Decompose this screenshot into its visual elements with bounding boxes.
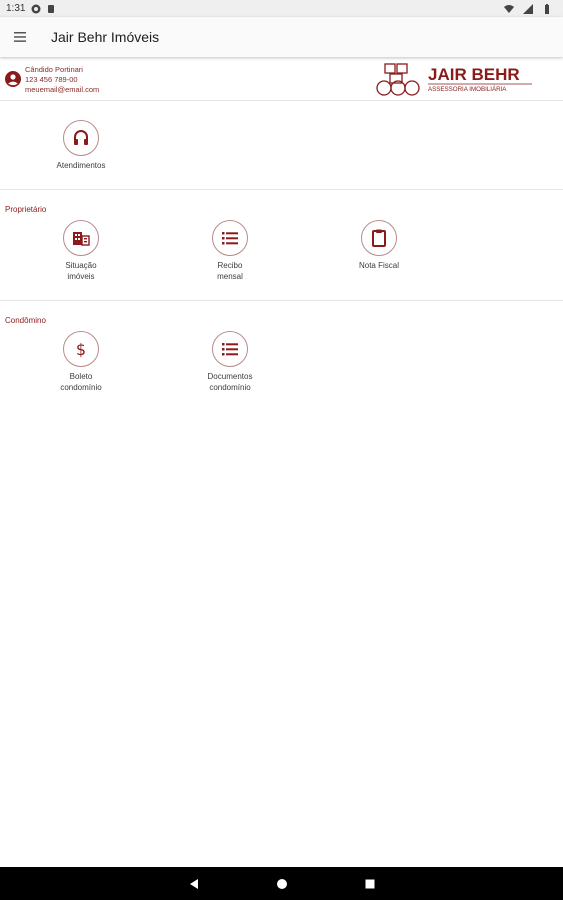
tile-boleto-condominio[interactable]: $ Boleto condomínio — [36, 331, 126, 393]
brand-tagline: ASSESSORIA IMOBILIÁRIA — [428, 86, 507, 93]
brand-logo: JAIR BEHR ASSESSORIA IMOBILIÁRIA — [376, 63, 532, 96]
tile-circle: $ — [63, 331, 99, 367]
tile-label: Boleto condomínio — [60, 372, 102, 392]
tile-atendimentos[interactable]: Atendimentos — [36, 120, 126, 171]
tile-label: Nota Fiscal — [358, 261, 399, 270]
tile-documentos-condominio[interactable]: Documentos condomínio — [185, 331, 275, 393]
wifi-icon — [504, 4, 514, 13]
tile-circle — [63, 120, 99, 156]
recents-button[interactable] — [360, 874, 380, 894]
brand-name: JAIR BEHR — [428, 65, 520, 84]
building-icon — [73, 232, 90, 246]
tile-circle — [361, 220, 397, 256]
app-title: Jair Behr Imóveis — [51, 29, 160, 45]
home-button[interactable] — [272, 874, 292, 894]
section-divider — [0, 189, 563, 190]
svg-text:$: $ — [76, 340, 86, 359]
tile-label: Documentos condomínio — [207, 372, 253, 392]
dollar-icon: $ — [76, 340, 86, 359]
tile-recibo-mensal[interactable]: Recibo mensal — [185, 220, 275, 282]
list-icon — [222, 232, 238, 245]
section-title-condominio: Condômino — [5, 316, 46, 325]
list-icon — [222, 343, 238, 356]
status-time: 1:31 — [6, 3, 26, 14]
back-icon — [189, 878, 198, 889]
sim-icon — [48, 4, 55, 13]
status-bar: 1:31 — [0, 0, 563, 17]
hamburger-icon — [14, 32, 26, 42]
back-button[interactable] — [184, 874, 204, 894]
tile-circle — [212, 331, 248, 367]
system-nav-bar — [0, 867, 563, 900]
tile-circle — [212, 220, 248, 256]
profile-email: meuemail@email.com — [25, 85, 100, 94]
battery-icon — [545, 3, 549, 14]
sync-icon — [31, 4, 41, 13]
tile-label: Atendimentos — [56, 161, 106, 170]
section-divider — [0, 300, 563, 301]
tile-situacao-imoveis[interactable]: Situação imóveis — [36, 220, 126, 282]
tile-nota-fiscal[interactable]: Nota Fiscal — [334, 220, 424, 271]
tile-circle — [63, 220, 99, 256]
recents-icon — [365, 879, 374, 888]
profile-name: Cândido Portinari — [25, 65, 83, 74]
app-bar: Jair Behr Imóveis — [0, 17, 563, 57]
section-title-proprietario: Proprietário — [5, 205, 47, 214]
tile-label: Recibo mensal — [217, 261, 243, 281]
signal-icon — [523, 3, 533, 14]
headset-icon — [74, 130, 88, 145]
tile-label: Situação imóveis — [65, 261, 97, 281]
menu-button[interactable] — [0, 17, 40, 57]
profile-phone: 123 456 789-00 — [25, 75, 78, 84]
home-icon — [276, 878, 287, 889]
clipboard-icon — [372, 229, 386, 247]
avatar-icon — [5, 71, 21, 87]
